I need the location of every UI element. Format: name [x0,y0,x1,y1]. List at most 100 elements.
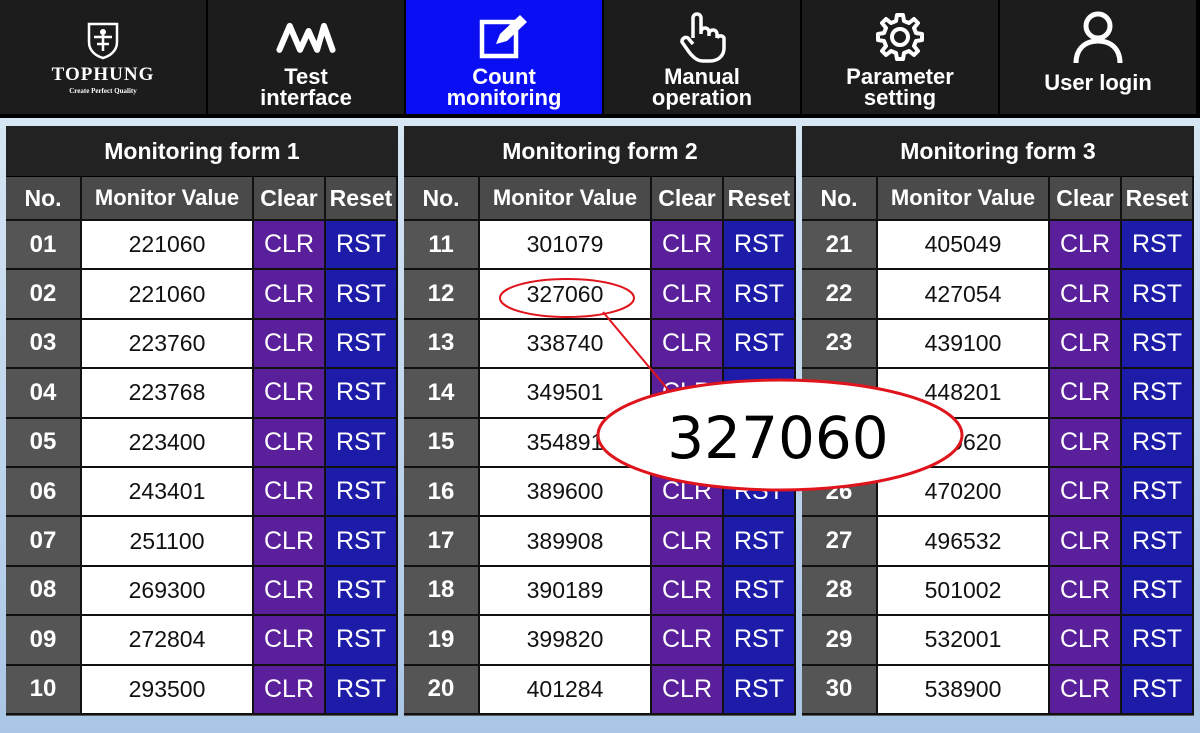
column-header-monitor-value: Monitor Value [82,177,254,221]
brand-name: TOPHUNG [51,63,155,85]
form-title: Monitoring form 1 [6,126,398,177]
reset-button[interactable]: RST [326,517,398,567]
clear-button[interactable]: CLR [1050,369,1122,419]
table-row: 19 399820 CLR RST [404,616,796,666]
clear-button[interactable]: CLR [652,319,724,370]
reset-button[interactable]: RST [326,319,398,370]
nav-manual-operation[interactable]: Manual operation [604,0,802,114]
row-number: 10 [6,665,82,715]
reset-button[interactable]: RST [1122,418,1194,468]
reset-button[interactable]: RST [326,221,398,271]
monitor-value: 251100 [82,517,254,567]
waveform-icon [276,8,336,66]
clear-button[interactable]: CLR [254,616,326,666]
clear-button[interactable]: CLR [1050,616,1122,666]
reset-button[interactable]: RST [724,319,796,370]
monitor-value: 223760 [82,319,254,370]
clear-button[interactable]: CLR [1050,517,1122,567]
monitor-value: 301079 [480,221,652,271]
clear-button[interactable]: CLR [254,467,326,518]
clear-button[interactable]: CLR [254,517,326,567]
reset-button[interactable]: RST [1122,221,1194,271]
row-number: 29 [802,616,878,666]
table-row: 28 501002 CLR RST [802,566,1194,617]
row-number: 21 [802,221,878,271]
clear-button[interactable]: CLR [652,221,724,271]
clear-button[interactable]: CLR [254,665,326,715]
clear-button[interactable]: CLR [1050,418,1122,468]
reset-button[interactable]: RST [1122,369,1194,419]
clear-button[interactable]: CLR [652,517,724,567]
reset-button[interactable]: RST [724,221,796,271]
nav-parameter-setting[interactable]: Parameter setting [802,0,1000,114]
table-row: 06 243401 CLR RST [6,467,398,518]
clear-button[interactable]: CLR [254,418,326,468]
reset-button[interactable]: RST [1122,467,1194,518]
nav-count-monitoring[interactable]: Count monitoring [406,0,604,114]
reset-button[interactable]: RST [724,616,796,666]
reset-button[interactable]: RST [1122,665,1194,715]
reset-button[interactable]: RST [724,665,796,715]
clear-button[interactable]: CLR [652,616,724,666]
monitor-value: 221060 [82,270,254,320]
row-number: 16 [404,467,480,518]
reset-button[interactable]: RST [1122,517,1194,567]
reset-button[interactable]: RST [326,467,398,518]
clear-button[interactable]: CLR [254,566,326,617]
clear-button[interactable]: CLR [652,270,724,320]
column-header-reset: Reset [326,177,398,221]
clear-button[interactable]: CLR [652,665,724,715]
monitor-value: 390189 [480,566,652,617]
reset-button[interactable]: RST [326,418,398,468]
nav-test-interface[interactable]: Test interface [208,0,406,114]
monitor-value: 399820 [480,616,652,666]
column-header-no: No. [6,177,82,221]
clear-button[interactable]: CLR [254,319,326,370]
clear-button[interactable]: CLR [1050,319,1122,370]
clear-button[interactable]: CLR [1050,665,1122,715]
reset-button[interactable]: RST [326,566,398,617]
reset-button[interactable]: RST [1122,616,1194,666]
clear-button[interactable]: CLR [254,369,326,419]
clear-button[interactable]: CLR [1050,270,1122,320]
row-number: 12 [404,270,480,320]
top-navigation: TOPHUNG Create Perfect Quality Test inte… [0,0,1200,118]
reset-button[interactable]: RST [1122,319,1194,370]
clear-button[interactable]: CLR [1050,566,1122,617]
table-row: 23 439100 CLR RST [802,319,1194,370]
reset-button[interactable]: RST [724,270,796,320]
column-header-clear: Clear [1050,177,1122,221]
row-number: 03 [6,319,82,370]
nav-user-login[interactable]: User login [1000,0,1198,114]
nav-label: Test interface [260,64,352,110]
monitor-value: 405049 [878,221,1050,271]
clear-button[interactable]: CLR [1050,467,1122,518]
reset-button[interactable]: RST [326,270,398,320]
clear-button[interactable]: CLR [1050,221,1122,271]
column-header-monitor-value: Monitor Value [480,177,652,221]
nav-label: User login [1044,70,1152,95]
reset-button[interactable]: RST [1122,270,1194,320]
reset-button[interactable]: RST [326,665,398,715]
row-number: 02 [6,270,82,320]
row-number: 22 [802,270,878,320]
column-header-monitor-value: Monitor Value [878,177,1050,221]
reset-button[interactable]: RST [1122,566,1194,617]
clear-button[interactable]: CLR [254,270,326,320]
row-number: 11 [404,221,480,271]
reset-button[interactable]: RST [724,566,796,617]
table-row: 20 401284 CLR RST [404,665,796,715]
reset-button[interactable]: RST [326,369,398,419]
row-number: 09 [6,616,82,666]
nav-label: Manual operation [651,64,753,110]
row-number: 06 [6,467,82,518]
reset-button[interactable]: RST [326,616,398,666]
reset-button[interactable]: RST [724,517,796,567]
clear-button[interactable]: CLR [652,566,724,617]
clear-button[interactable]: CLR [254,221,326,271]
column-header-clear: Clear [652,177,724,221]
table-row: 01 221060 CLR RST [6,221,398,271]
zoomed-value: 327060 [667,404,889,472]
table-row: 03 223760 CLR RST [6,319,398,370]
monitor-value: 272804 [82,616,254,666]
